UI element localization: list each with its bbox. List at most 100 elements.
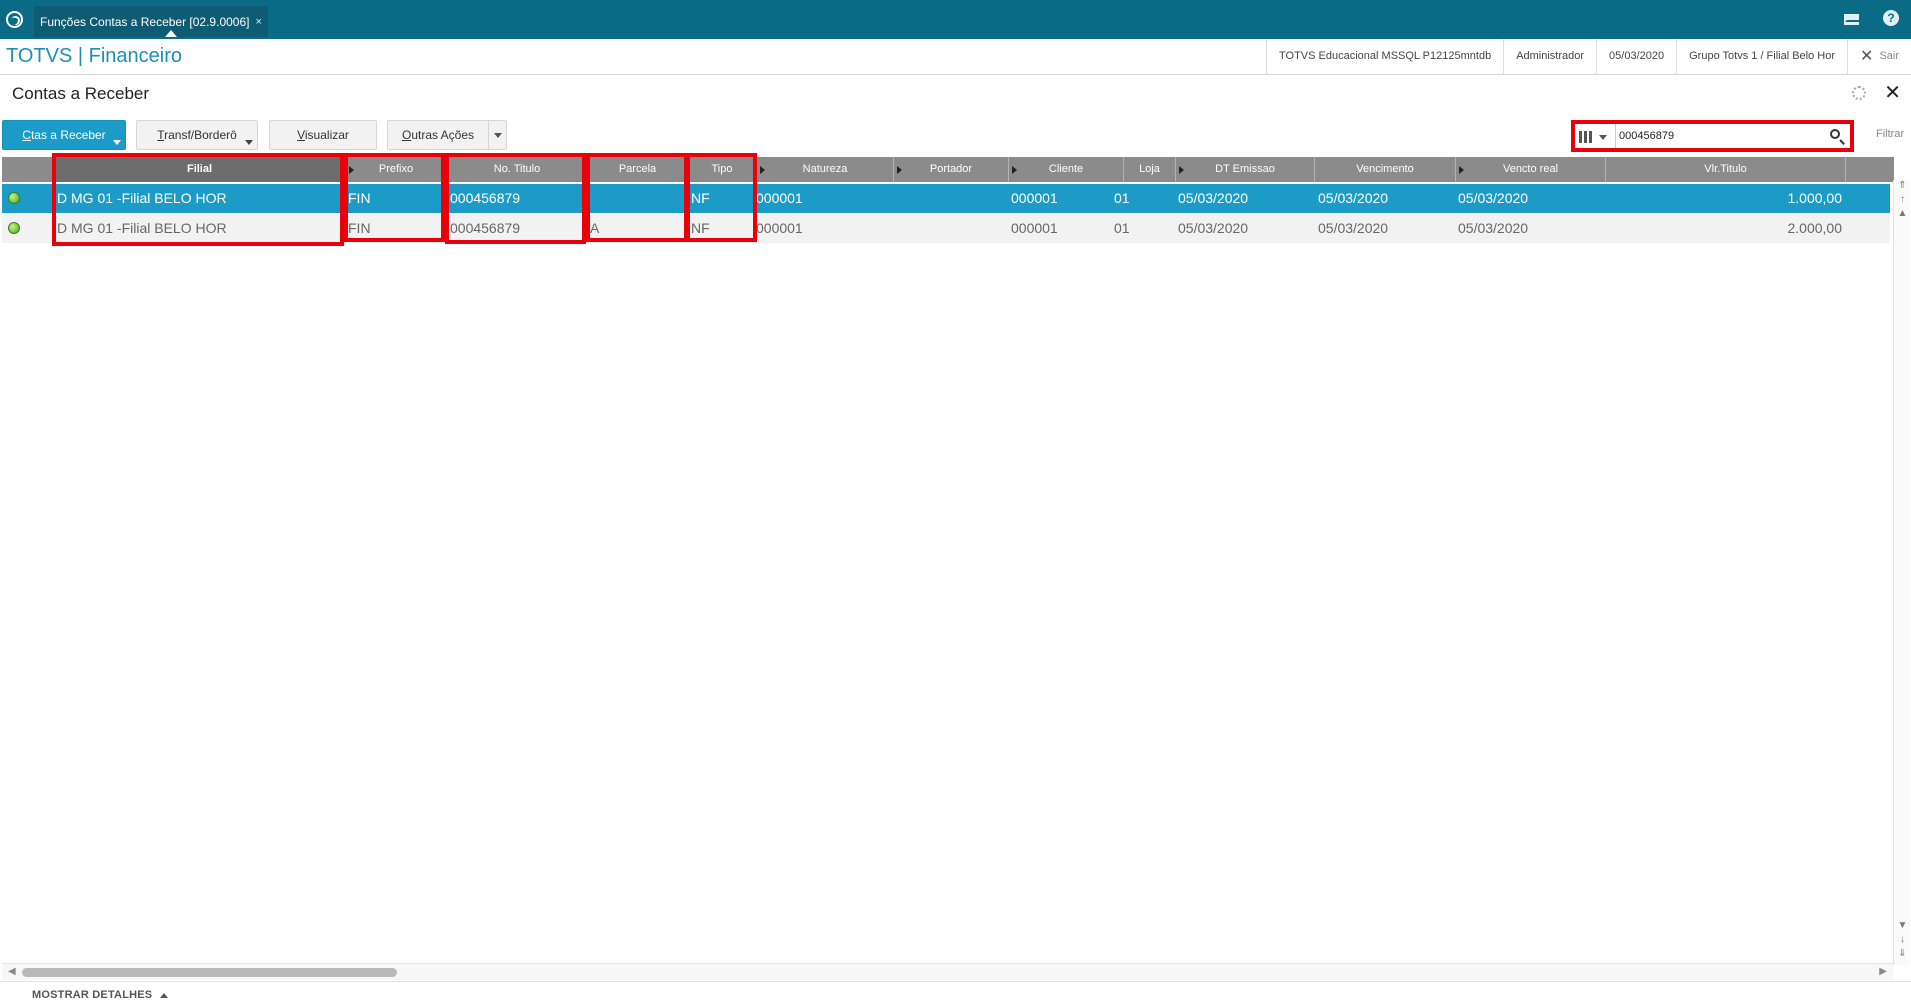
status-green-icon — [8, 192, 20, 204]
column-header-no-titulo[interactable]: No. Titulo — [447, 157, 588, 182]
gear-icon[interactable] — [1852, 86, 1867, 100]
branch-info[interactable]: Grupo Totvs 1 / Filial Belo Hor — [1676, 39, 1847, 74]
column-marker-icon — [349, 166, 354, 174]
show-details-toggle[interactable]: MOSTRAR DETALHES — [32, 989, 169, 1001]
cell-filial[interactable]: D MG 01 -Filial BELO HOR — [57, 184, 337, 213]
cell-no-titulo[interactable]: 000456879 — [450, 184, 580, 213]
column-header-parcela[interactable]: Parcela — [588, 157, 688, 182]
cell-dt-emissao[interactable]: 05/03/2020 — [1178, 184, 1308, 213]
column-label: Cliente — [1048, 163, 1084, 175]
columns-icon[interactable] — [1579, 128, 1611, 146]
exit-label: Sair — [1879, 50, 1899, 62]
cell-loja[interactable]: 01 — [1114, 184, 1169, 213]
cell-portador[interactable] — [897, 184, 1002, 213]
filter-link[interactable]: Filtrar — [1876, 128, 1904, 140]
cell-vencto-real[interactable]: 05/03/2020 — [1458, 184, 1598, 213]
hotkey: V — [297, 128, 305, 142]
column-header-portador[interactable]: Portador — [894, 157, 1009, 182]
scroll-page-up-icon[interactable]: ↑ — [1897, 194, 1908, 206]
module-header: TOTVS | Financeiro TOTVS Educacional MSS… — [0, 39, 1911, 75]
table-row[interactable]: D MG 01 -Filial BELO HOR FIN 000456879 N… — [2, 184, 1890, 213]
column-header-filial[interactable]: Filial — [54, 157, 346, 182]
cell-prefixo[interactable]: FIN — [348, 214, 443, 243]
transf-bordero-button[interactable]: Transf/Borderô — [136, 120, 258, 150]
cell-cliente[interactable]: 000001 — [1011, 184, 1116, 213]
column-header-vencto-real[interactable]: Vencto real — [1456, 157, 1606, 182]
button-label: utras Ações — [411, 128, 475, 142]
scroll-page-down-icon[interactable]: ↓ — [1897, 934, 1908, 946]
close-page-button[interactable]: ✕ — [1884, 83, 1901, 103]
column-marker-icon — [1012, 166, 1017, 174]
exit-button[interactable]: ✕ Sair — [1847, 39, 1911, 74]
cell-cliente[interactable]: 000001 — [1011, 214, 1116, 243]
search-icon[interactable] — [1830, 129, 1840, 139]
cell-vencimento[interactable]: 05/03/2020 — [1318, 214, 1448, 243]
column-label: Prefixo — [378, 163, 414, 175]
scroll-left-icon[interactable]: ◀ — [8, 966, 16, 977]
user-info[interactable]: Administrador — [1503, 39, 1596, 74]
cell-tipo[interactable]: NF — [691, 184, 751, 213]
table-row[interactable]: D MG 01 -Filial BELO HOR FIN 000456879 A… — [2, 214, 1890, 243]
scroll-down-icon[interactable]: ▼ — [1897, 920, 1908, 932]
scroll-thumb[interactable] — [22, 968, 397, 977]
totvs-logo-icon[interactable] — [6, 11, 23, 28]
tab-funcoes-contas-receber[interactable]: Funções Contas a Receber [02.9.0006] × — [34, 6, 268, 37]
cell-parcela[interactable]: A — [590, 214, 680, 243]
ctas-a-receber-button[interactable]: Ctas a Receber — [2, 120, 126, 150]
cell-vlr-titulo[interactable]: 1.000,00 — [1606, 184, 1843, 213]
titles-grid: Filial Prefixo No. Titulo Parcela Tipo N… — [2, 157, 1894, 965]
chevron-down-icon[interactable] — [488, 121, 506, 149]
column-header-tipo[interactable]: Tipo — [688, 157, 757, 182]
cell-tipo[interactable]: NF — [691, 214, 751, 243]
cell-prefixo[interactable]: FIN — [348, 184, 443, 213]
scroll-bottom-icon[interactable]: ⇓ — [1897, 948, 1908, 960]
column-header-status[interactable] — [2, 157, 54, 182]
vertical-scrollbar[interactable]: ⇑ ↑ ▲ ▼ ↓ ⇓ — [1893, 180, 1910, 965]
close-icon: ✕ — [1860, 48, 1874, 65]
cell-portador[interactable] — [897, 214, 1002, 243]
hotkey: O — [401, 128, 412, 142]
outras-acoes-button[interactable]: Outras Ações — [387, 120, 507, 150]
environment-info[interactable]: TOTVS Educacional MSSQL P12125mntdb — [1266, 39, 1503, 74]
column-marker-icon — [897, 166, 902, 174]
show-details-label: MOSTRAR DETALHES — [32, 989, 153, 1001]
column-header-loja[interactable]: Loja — [1124, 157, 1176, 182]
cell-parcela[interactable] — [590, 184, 680, 213]
cell-vencimento[interactable]: 05/03/2020 — [1318, 184, 1448, 213]
cell-natureza[interactable]: 000001 — [756, 184, 886, 213]
column-header-prefixo[interactable]: Prefixo — [346, 157, 447, 182]
scroll-top-icon[interactable]: ⇑ — [1897, 180, 1908, 192]
cell-dt-emissao[interactable]: 05/03/2020 — [1178, 214, 1308, 243]
column-header-vencimento[interactable]: Vencimento — [1315, 157, 1456, 182]
button-label: ransf/Borderô — [164, 128, 237, 142]
tab-label: Funções Contas a Receber [02.9.0006] — [40, 14, 250, 29]
column-label: Natureza — [802, 163, 848, 175]
column-header-vlr-titulo[interactable]: Vlr.Titulo — [1606, 157, 1846, 182]
column-header-cliente[interactable]: Cliente — [1009, 157, 1124, 182]
visualizar-button[interactable]: Visualizar — [269, 120, 377, 150]
help-icon[interactable]: ? — [1883, 10, 1899, 26]
column-label: Portador — [929, 163, 973, 175]
date-info[interactable]: 05/03/2020 — [1596, 39, 1676, 74]
module-brand: TOTVS | Financeiro — [6, 45, 182, 67]
cell-loja[interactable]: 01 — [1114, 214, 1169, 243]
mail-icon[interactable] — [1844, 14, 1862, 25]
cell-no-titulo[interactable]: 000456879 — [450, 214, 580, 243]
scroll-right-icon[interactable]: ▶ — [1879, 966, 1887, 977]
button-label: isualizar — [304, 128, 349, 142]
cell-vlr-titulo[interactable]: 2.000,00 — [1606, 214, 1843, 243]
column-header-filler — [1846, 157, 1894, 182]
tab-active-caret — [165, 30, 177, 37]
tab-close-icon[interactable]: × — [255, 8, 261, 36]
horizontal-scrollbar[interactable]: ◀ ▶ — [2, 963, 1893, 980]
column-header-natureza[interactable]: Natureza — [757, 157, 894, 182]
cell-natureza[interactable]: 000001 — [756, 214, 886, 243]
column-header-dt-emissao[interactable]: DT Emissao — [1176, 157, 1315, 182]
scroll-up-icon[interactable]: ▲ — [1897, 208, 1908, 220]
page-title: Contas a Receber — [12, 84, 150, 103]
cell-vencto-real[interactable]: 05/03/2020 — [1458, 214, 1598, 243]
search-input[interactable] — [1619, 125, 1819, 147]
cell-filial[interactable]: D MG 01 -Filial BELO HOR — [57, 214, 337, 243]
search-box — [1571, 120, 1854, 152]
app-titlebar: Funções Contas a Receber [02.9.0006] × ? — [0, 0, 1911, 39]
